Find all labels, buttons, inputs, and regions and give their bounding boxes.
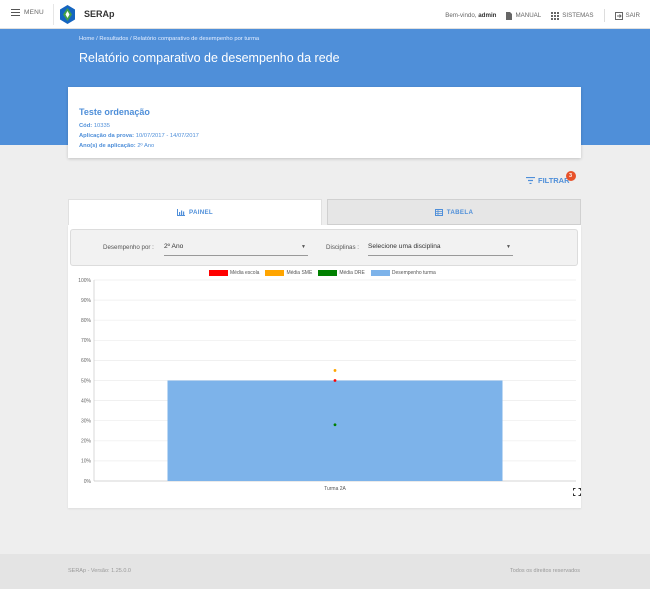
y-tick-label: 60% xyxy=(81,358,92,364)
fullscreen-icon[interactable] xyxy=(573,488,581,496)
y-tick-label: 10% xyxy=(81,459,92,465)
divider xyxy=(603,9,605,22)
desempenho-value: 2º Ano xyxy=(164,243,184,250)
aplicacao-label: Aplicação da prova: xyxy=(79,133,135,139)
grid-icon xyxy=(551,11,560,20)
tab-tabela[interactable]: TABELA xyxy=(327,199,581,225)
y-tick-label: 80% xyxy=(81,318,92,324)
footer: SERAp - Versão: 1.25.0.0 Todos os direit… xyxy=(0,554,650,589)
serap-logo-icon[interactable] xyxy=(60,5,75,24)
menu-label: MENU xyxy=(24,9,44,16)
top-navbar: MENU SERAp Bem-vindo, admin MANUAL SISTE… xyxy=(0,0,650,29)
sistemas-label: SISTEMAS xyxy=(562,12,594,19)
painel-panel: Desempenho por : 2º Ano ▼ Disciplinas : … xyxy=(68,225,581,508)
anos-label: Ano(s) de aplicação: xyxy=(79,143,136,149)
app-name: SERAp xyxy=(84,9,115,19)
disciplinas-value: Selecione uma disciplina xyxy=(368,243,441,250)
bar[interactable] xyxy=(167,380,503,482)
y-tick-label: 90% xyxy=(81,298,92,304)
cod-label: Cód: xyxy=(79,123,93,129)
y-tick-label: 100% xyxy=(78,278,91,284)
aplicacao-row: Aplicação da prova: 10/07/2017 - 14/07/2… xyxy=(79,131,570,141)
welcome-prefix: Bem-vindo, xyxy=(445,12,479,19)
test-info-card: Teste ordenação Cód: 10335 Aplicação da … xyxy=(68,87,581,158)
version-text: SERAp - Versão: 1.25.0.0 xyxy=(68,568,131,574)
marker-point[interactable] xyxy=(333,369,337,372)
cod-row: Cód: 10335 xyxy=(79,121,570,131)
sair-label: SAIR xyxy=(625,12,640,19)
welcome-text: Bem-vindo, admin xyxy=(445,12,496,19)
y-tick-label: 50% xyxy=(81,378,92,384)
page-title: Relatório comparativo de desempenho da r… xyxy=(79,51,340,65)
disciplinas-select[interactable]: Selecione uma disciplina ▼ xyxy=(368,241,513,256)
test-name: Teste ordenação xyxy=(79,107,150,117)
sair-button[interactable]: SAIR xyxy=(614,11,640,20)
y-tick-label: 20% xyxy=(81,439,92,445)
user-actions: Bem-vindo, admin MANUAL SISTEMAS SAIR xyxy=(445,9,640,22)
desempenho-label: Desempenho por : xyxy=(103,244,154,251)
marker-point[interactable] xyxy=(333,423,337,427)
breadcrumb-home[interactable]: Home xyxy=(79,36,94,42)
desempenho-chart: 0% 10% 20% 30% 40% 50% 60% 70% 80% 90% 100% Turma 2… xyxy=(78,278,576,490)
marker-point[interactable] xyxy=(333,379,337,382)
manual-link[interactable]: MANUAL xyxy=(506,11,542,20)
bar-chart-icon xyxy=(176,209,185,216)
breadcrumb-resultados[interactable]: Resultados xyxy=(99,36,128,42)
y-tick-label: 30% xyxy=(81,419,92,425)
breadcrumb-current: Relatório comparativo de desempenho por … xyxy=(133,36,260,42)
x-tick-label: Turma 2A xyxy=(324,486,346,490)
anos-value: 2º Ano xyxy=(137,143,155,149)
tab-tabela-label: TABELA xyxy=(446,208,474,216)
cod-value: 10335 xyxy=(93,123,110,129)
tab-painel-label: PAINEL xyxy=(188,209,214,216)
menu-button[interactable]: MENU xyxy=(11,9,44,16)
filter-count-badge: 3 xyxy=(565,171,576,181)
anos-row: Ano(s) de aplicação: 2º Ano xyxy=(79,141,570,151)
username: admin xyxy=(478,12,497,19)
dropdown-arrow-icon: ▼ xyxy=(506,244,511,250)
divider xyxy=(53,4,54,25)
disciplinas-label: Disciplinas : xyxy=(326,244,360,251)
table-icon xyxy=(434,208,443,216)
y-tick-label: 70% xyxy=(81,338,92,344)
filter-button[interactable]: FILTRAR 3 xyxy=(526,171,576,185)
hamburger-icon xyxy=(11,9,20,16)
manual-label: MANUAL xyxy=(515,12,542,19)
sistemas-link[interactable]: SISTEMAS xyxy=(551,11,594,20)
document-icon xyxy=(506,11,513,20)
logout-icon xyxy=(614,11,623,20)
desempenho-select[interactable]: 2º Ano ▼ xyxy=(164,241,308,256)
tab-painel[interactable]: PAINEL xyxy=(68,199,322,225)
chart-filters: Desempenho por : 2º Ano ▼ Disciplinas : … xyxy=(70,229,578,266)
y-tick-label: 0% xyxy=(84,479,92,485)
aplicacao-value: 10/07/2017 - 14/07/2017 xyxy=(135,133,199,139)
filter-label: FILTRAR xyxy=(538,176,570,185)
y-tick-label: 40% xyxy=(81,398,92,404)
dropdown-arrow-icon: ▼ xyxy=(301,244,306,250)
filter-icon xyxy=(526,177,535,184)
rights-text: Todos os direitos reservados xyxy=(509,568,580,574)
breadcrumb: Home / Resultados / Relatório comparativ… xyxy=(79,36,259,42)
